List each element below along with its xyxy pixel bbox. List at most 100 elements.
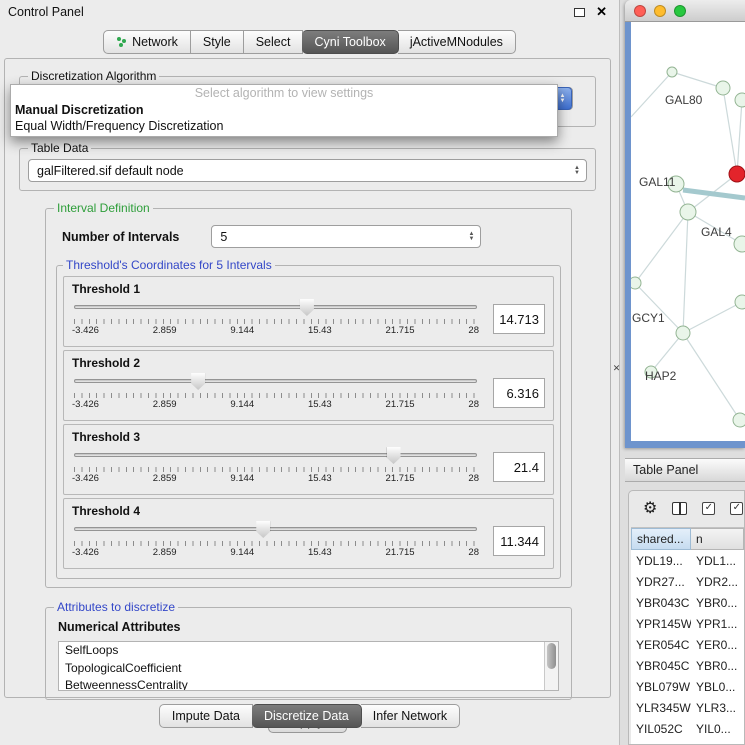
columns-icon[interactable] [672,502,687,515]
table-cell: YER0... [691,634,744,655]
slider-thumb[interactable] [300,299,314,316]
table-row[interactable]: YLR345WYLR3... [631,697,744,718]
tab-network[interactable]: Network [103,30,191,54]
table-row[interactable]: YDR27...YDR2... [631,571,744,592]
network-node[interactable] [631,277,641,289]
tab-cyni-toolbox[interactable]: Cyni Toolbox [302,30,398,54]
attribute-list-item[interactable]: SelfLoops [59,642,558,660]
node-table: shared...n YDL19...YDL1...YDR27...YDR2..… [631,527,744,744]
select-all-icon[interactable]: ✓ [702,502,715,515]
network-window-titlebar[interactable] [625,0,745,22]
algorithm-option[interactable]: Equal Width/Frequency Discretization [11,118,557,134]
table-row[interactable]: YER054CYER0... [631,634,744,655]
gear-icon[interactable]: ⚙ [643,498,657,518]
scale-label: 21.715 [386,325,415,336]
network-edge[interactable] [683,212,688,333]
table-cell: YBR0... [691,592,744,613]
threshold-slider[interactable]: -3.4262.8599.14415.4321.71528 [72,298,479,340]
tab-impute-data[interactable]: Impute Data [159,704,253,728]
table-cell: YLR345W [631,697,691,718]
slider-scale: -3.4262.8599.14415.4321.71528 [72,325,479,336]
scale-label: 21.715 [386,399,415,410]
threshold-value-field[interactable]: 21.4 [493,452,545,482]
table-cell: YER054C [631,634,691,655]
tab-infer-network[interactable]: Infer Network [361,704,460,728]
attribute-list-item[interactable]: TopologicalCoefficient [59,660,558,678]
dropdown-placeholder[interactable]: Select algorithm to view settings [11,85,557,102]
network-node-label: GAL11 [639,175,676,189]
scale-label: 2.859 [153,473,177,484]
network-node[interactable] [716,81,730,95]
slider-thumb[interactable] [191,373,205,390]
table-panel-header[interactable]: Table Panel [625,458,745,482]
zoom-traffic-light-icon[interactable] [674,5,686,17]
table-cell: YIL0... [691,718,744,739]
slider-track [74,527,477,531]
table-toolbar: ⚙ ✓ ✓ [629,491,744,525]
network-node[interactable] [735,295,745,309]
combobox-stepper-icon[interactable]: ▲▼ [468,226,474,247]
threshold-panel: Threshold 4-3.4262.8599.14415.4321.71528… [63,498,554,569]
table-row[interactable]: YBR043CYBR0... [631,592,744,613]
scale-label: -3.426 [72,473,99,484]
table-row[interactable]: YIL052CYIL0... [631,718,744,739]
network-node[interactable] [667,67,677,77]
table-row[interactable]: YBR045CYBR0... [631,655,744,676]
tab-select[interactable]: Select [244,30,304,54]
column-header[interactable]: shared... [631,528,691,550]
network-graph[interactable]: GAL80GAL11GAL4GCY1HAP2 [631,22,745,441]
table-row[interactable]: YPR145WYPR1... [631,613,744,634]
slider-thumb[interactable] [256,521,270,538]
algorithm-option[interactable]: Manual Discretization [11,102,557,118]
close-icon[interactable]: ✕ [596,6,607,18]
number-of-intervals-combobox[interactable]: 5 ▲▼ [211,225,481,248]
tab-label: Infer Network [373,709,447,723]
network-edge[interactable] [635,212,688,283]
table-row[interactable]: YBL079WYBL0... [631,676,744,697]
network-node[interactable] [680,204,696,220]
network-edge[interactable] [737,100,742,174]
table-row[interactable]: YDL19...YDL1... [631,550,744,571]
attribute-list-item[interactable]: BetweennessCentrality [59,677,558,691]
tab-jactivemnodules[interactable]: jActiveMNodules [398,30,516,54]
threshold-value-field[interactable]: 11.344 [493,526,545,556]
close-traffic-light-icon[interactable] [634,5,646,17]
network-canvas[interactable]: GAL80GAL11GAL4GCY1HAP2 [625,22,745,448]
scale-label: 21.715 [386,473,415,484]
slider-thumb[interactable] [387,447,401,464]
scale-label: 2.859 [153,547,177,558]
deselect-all-icon[interactable]: ✓ [730,502,743,515]
combobox-stepper-icon[interactable]: ▲▼ [574,160,580,181]
group-title: Threshold's Coordinates for 5 Intervals [63,258,275,272]
network-edge[interactable] [651,333,683,372]
list-scrollbar[interactable] [544,642,558,690]
threshold-value-field[interactable]: 6.316 [493,378,545,408]
table-header-row: shared...n [631,528,744,550]
table-cell: YBR0... [691,655,744,676]
numerical-attributes-list[interactable]: SelfLoopsTopologicalCoefficientBetweenne… [58,641,559,691]
scrollbar-thumb[interactable] [547,643,556,669]
network-node[interactable] [735,93,745,107]
table-data-combobox[interactable]: galFiltered.sif default node ▲▼ [28,159,587,182]
network-node[interactable] [733,413,745,427]
column-header[interactable]: n [691,528,744,550]
network-edge[interactable] [635,283,683,333]
threshold-slider[interactable]: -3.4262.8599.14415.4321.71528 [72,520,479,562]
tab-style[interactable]: Style [191,30,244,54]
tab-label: Style [203,35,231,49]
network-node[interactable] [676,326,690,340]
network-edge[interactable] [683,333,740,420]
network-node[interactable] [729,166,745,182]
splitter-grip[interactable]: ✕ [611,362,622,374]
float-window-icon[interactable] [574,8,585,17]
threshold-slider[interactable]: -3.4262.8599.14415.4321.71528 [72,372,479,414]
network-edge[interactable] [683,302,742,333]
threshold-value-field[interactable]: 14.713 [493,304,545,334]
network-edge[interactable] [672,72,723,88]
minimize-traffic-light-icon[interactable] [654,5,666,17]
network-node[interactable] [734,236,745,252]
bottom-tab-bar: Impute DataDiscretize Data Infer Network [0,704,619,728]
threshold-slider[interactable]: -3.4262.8599.14415.4321.71528 [72,446,479,488]
tab-discretize-data[interactable]: Discretize Data [252,704,362,728]
table-cell: YDR2... [691,571,744,592]
